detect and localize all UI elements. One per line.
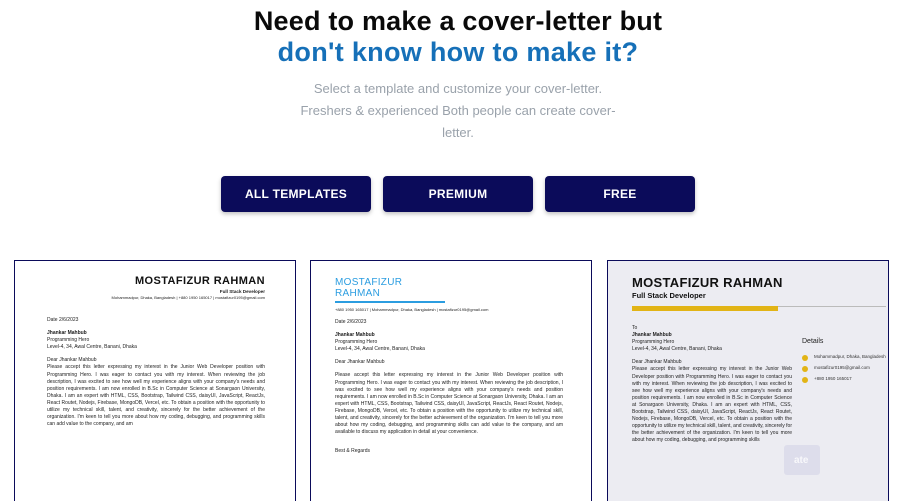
recipient-name: Jhankar Mahbub <box>47 330 87 337</box>
email-icon <box>802 365 808 372</box>
recipient-address: Level-4, 34, Awal Centre, Banani, Dhaka <box>335 346 425 353</box>
recipient-company: Programming Hero <box>47 337 90 344</box>
template-card-3[interactable]: MOSTAFIZUR RAHMAN Full Stack Developer T… <box>607 260 889 501</box>
applicant-name-line2: RAHMAN <box>335 288 381 299</box>
letter-body: Please accept this letter expressing my … <box>47 364 265 428</box>
letter-body: Please accept this letter expressing my … <box>335 372 563 436</box>
hero-title-line1: Need to make a cover-letter but <box>253 6 663 36</box>
applicant-name-line1: MOSTAFIZUR <box>335 277 403 288</box>
recipient-address: Level-4, 34, Awal Centre, Banani, Dhaka <box>632 346 722 353</box>
letter-greeting: Dear Jhankar Mahbub <box>335 359 385 366</box>
letter-date: Date 2/6/2023 <box>335 319 367 325</box>
detail-email: mostafizur0195@gmail.com <box>814 364 870 370</box>
hero-title-line2: don't know how to make it? <box>277 37 639 67</box>
overlay-label: ate <box>794 455 809 466</box>
phone-icon <box>802 376 808 383</box>
detail-address: Mohammadpur, Dhaka, Bangladesh <box>814 353 886 359</box>
accent-rule <box>778 306 886 307</box>
letter-date: Date 2/6/2023 <box>47 317 79 323</box>
recipient-name: Jhankar Mahbub <box>632 332 672 339</box>
hero-section: Need to make a cover-letter but don't kn… <box>0 6 916 144</box>
letter-greeting: Dear Jhankar Mahbub <box>632 359 682 366</box>
recipient-company: Programming Hero <box>632 339 675 346</box>
applicant-name: MOSTAFIZUR RAHMAN <box>632 275 783 290</box>
cover-letter-preview: MOSTAFIZUR RAHMAN +880 1950 165017 | Moh… <box>311 261 591 455</box>
cover-letter-preview: MOSTAFIZUR RAHMAN Full Stack Developer M… <box>15 261 295 428</box>
accent-bar <box>632 306 778 311</box>
recipient-address: Level-4, 34, Awal Centre, Banani, Dhaka <box>47 344 137 351</box>
applicant-role: Full Stack Developer <box>219 289 265 294</box>
details-heading: Details <box>802 338 824 345</box>
recipient-name: Jhankar Mahbub <box>335 332 375 339</box>
applicant-name: MOSTAFIZUR RAHMAN <box>134 275 265 287</box>
details-panel: Details Mohammadpur, Dhaka, Bangladesh m… <box>802 338 886 387</box>
tab-free[interactable]: FREE <box>545 176 695 212</box>
template-filter-tabs: ALL TEMPLATES PREMIUM FREE <box>0 176 916 212</box>
tab-all-templates[interactable]: ALL TEMPLATES <box>221 176 371 212</box>
applicant-role: Full Stack Developer <box>632 291 706 300</box>
tab-premium[interactable]: PREMIUM <box>383 176 533 212</box>
letter-closing: Best & Regards <box>335 448 371 455</box>
location-icon <box>802 354 808 361</box>
hero-subtitle: Select a template and customize your cov… <box>300 81 616 140</box>
template-card-1[interactable]: MOSTAFIZUR RAHMAN Full Stack Developer M… <box>14 260 296 501</box>
letter-greeting: Dear Jhankar Mahbub <box>47 357 97 364</box>
detail-phone: +880 1950 165017 <box>814 375 852 381</box>
template-card-2[interactable]: MOSTAFIZUR RAHMAN +880 1950 165017 | Moh… <box>310 260 592 501</box>
name-underline <box>335 301 445 303</box>
letter-body: Please accept this letter expressing my … <box>632 366 792 444</box>
recipient-company: Programming Hero <box>335 339 378 346</box>
letter-to: To <box>632 325 638 331</box>
